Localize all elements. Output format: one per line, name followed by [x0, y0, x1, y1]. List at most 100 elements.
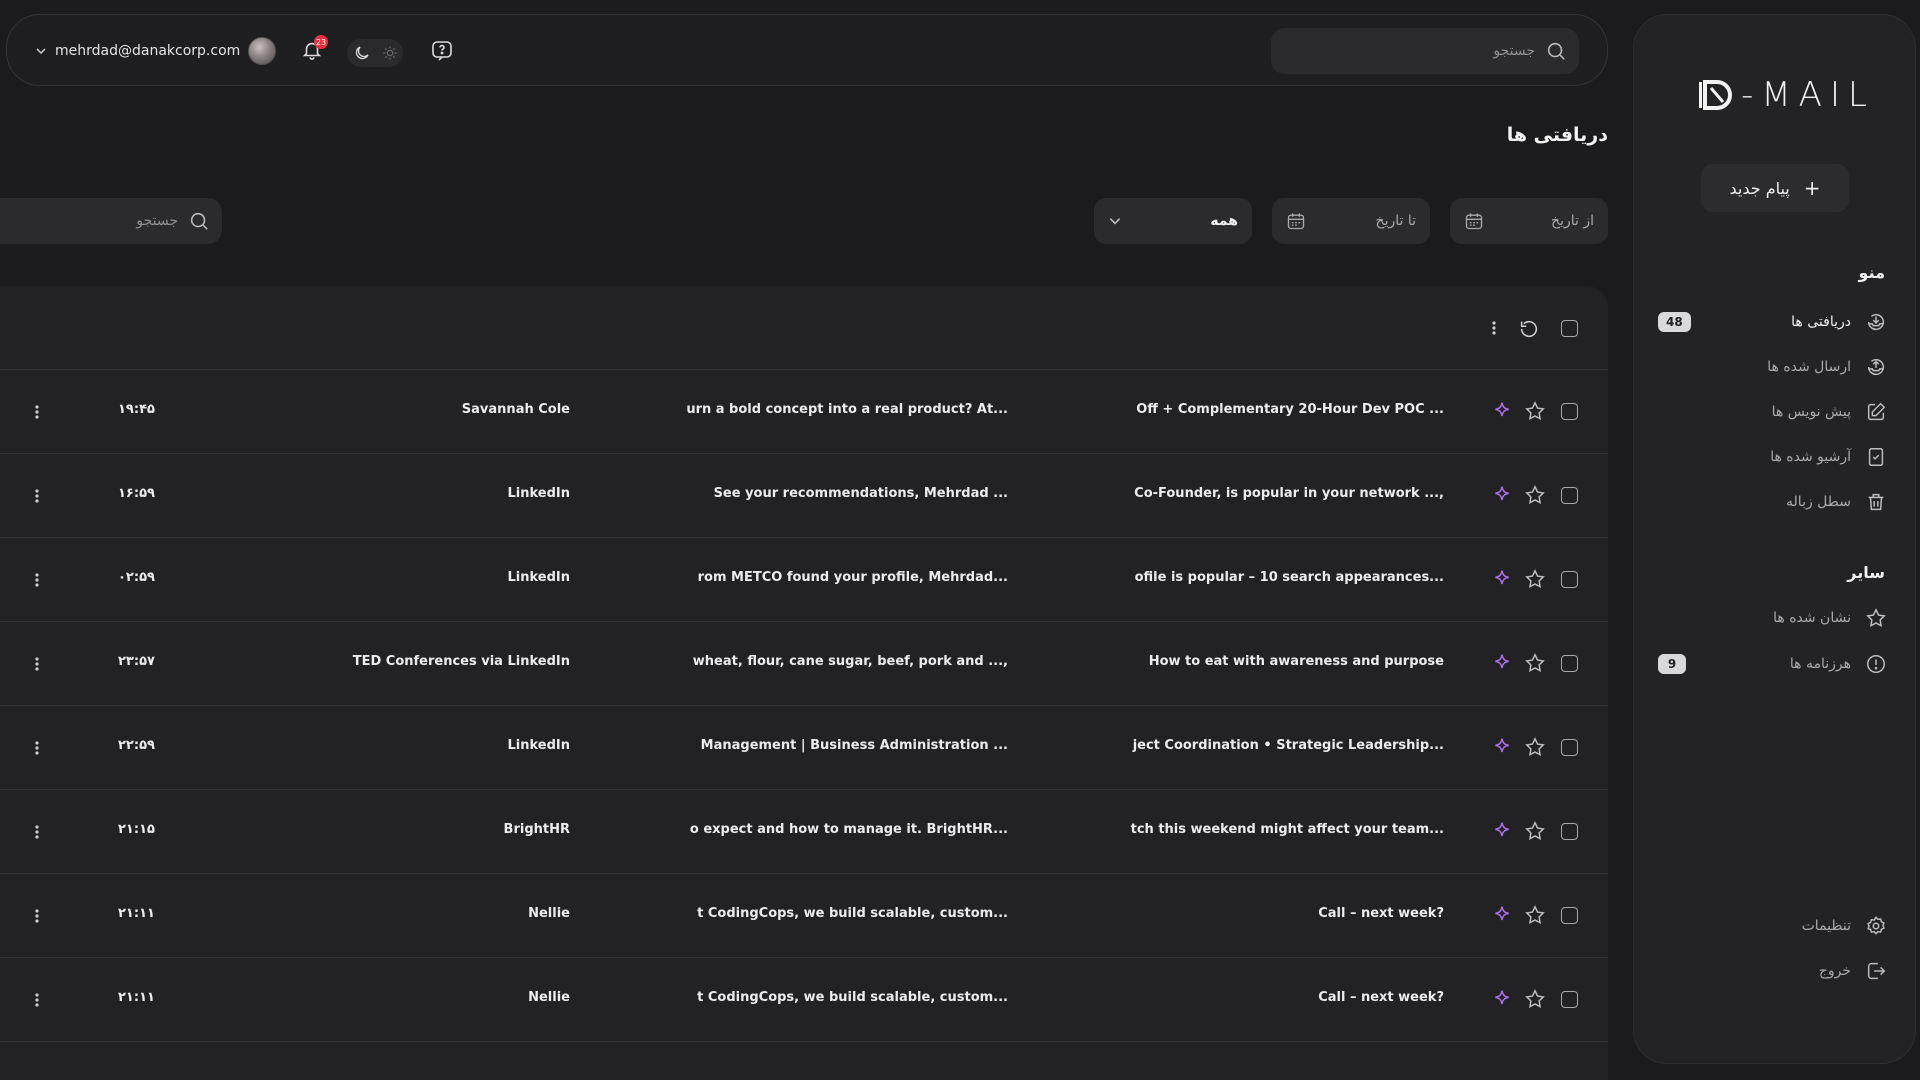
sidebar-item-logout[interactable]: خروج	[1658, 953, 1887, 989]
sidebar-item-label: هرزنامه ها	[1789, 656, 1851, 672]
row-options-icon[interactable]	[28, 822, 46, 842]
message-sender: Nellie	[528, 990, 570, 1005]
question-bubble-icon	[432, 41, 452, 61]
star-icon[interactable]	[1524, 736, 1546, 758]
global-search-input[interactable]	[1335, 43, 1535, 59]
ai-sparkle-icon[interactable]	[1492, 569, 1512, 589]
new-message-label: پیام جدید	[1729, 178, 1790, 198]
message-row[interactable]: Call – next week? t CodingCops, we build…	[0, 874, 1608, 958]
message-snippet: See your recommendations, Mehrdad ...	[713, 486, 1008, 501]
row-checkbox[interactable]	[1561, 739, 1578, 756]
message-row[interactable]: Call – next week? t CodingCops, we build…	[0, 958, 1608, 1042]
ai-sparkle-icon[interactable]	[1492, 737, 1512, 757]
notifications-button[interactable]: 23	[301, 35, 328, 65]
message-row[interactable]: Off + Complementary 20-Hour Dev POC ... …	[0, 370, 1608, 454]
help-button[interactable]	[430, 39, 454, 63]
message-time: ۲۱:۱۵	[118, 822, 155, 837]
list-search-input[interactable]	[28, 213, 178, 229]
inbox-count-badge: 48	[1658, 312, 1691, 332]
plus-icon: +	[1803, 176, 1821, 200]
ai-sparkle-icon[interactable]	[1492, 401, 1512, 421]
theme-toggle[interactable]	[347, 39, 403, 67]
star-icon[interactable]	[1524, 652, 1546, 674]
message-sender: LinkedIn	[507, 570, 570, 585]
message-subject: How to eat with awareness and purpose	[1148, 654, 1444, 669]
star-icon[interactable]	[1524, 400, 1546, 422]
message-subject: ofile is popular – 10 search appearances…	[1134, 570, 1444, 585]
refresh-icon[interactable]	[1518, 318, 1540, 340]
message-row[interactable]: tch this weekend might affect your team.…	[0, 790, 1608, 874]
ai-sparkle-icon[interactable]	[1492, 653, 1512, 673]
gear-icon	[1865, 915, 1887, 937]
spam-count-badge: 9	[1658, 654, 1686, 674]
row-options-icon[interactable]	[28, 486, 46, 506]
sidebar-item-inbox[interactable]: 48 دریافتی ها	[1658, 304, 1887, 340]
message-sender: TED Conferences via LinkedIn	[352, 654, 570, 669]
star-icon[interactable]	[1524, 568, 1546, 590]
row-options-icon[interactable]	[28, 570, 46, 590]
message-time: ۰۲:۵۹	[118, 570, 155, 585]
sidebar-item-starred[interactable]: نشان شده ها	[1658, 600, 1887, 636]
trash-icon	[1865, 491, 1887, 513]
row-checkbox[interactable]	[1561, 991, 1578, 1008]
star-icon[interactable]	[1524, 904, 1546, 926]
row-options-icon[interactable]	[28, 738, 46, 758]
ai-sparkle-icon[interactable]	[1492, 821, 1512, 841]
sidebar-item-archived[interactable]: آرشیو شده ها	[1658, 439, 1887, 475]
row-checkbox[interactable]	[1561, 403, 1578, 420]
row-checkbox[interactable]	[1561, 655, 1578, 672]
sidebar-item-label: ارسال شده ها	[1767, 359, 1851, 375]
star-icon	[1865, 607, 1887, 629]
draft-edit-icon	[1865, 401, 1887, 423]
sidebar-item-label: دریافتی ها	[1791, 314, 1851, 330]
sidebar-item-settings[interactable]: تنظیمات	[1658, 908, 1887, 944]
message-row[interactable]: ofile is popular – 10 search appearances…	[0, 538, 1608, 622]
chevron-down-icon	[1108, 214, 1122, 228]
star-icon[interactable]	[1524, 988, 1546, 1010]
message-row[interactable]: How to eat with awareness and purpose wh…	[0, 622, 1608, 706]
ai-sparkle-icon[interactable]	[1492, 989, 1512, 1009]
row-options-icon[interactable]	[28, 990, 46, 1010]
notification-count-badge: 23	[314, 35, 328, 49]
logo-mark-icon	[1699, 80, 1733, 110]
top-bar: mehrdad@danakcorp.com 23	[6, 14, 1608, 86]
sidebar-item-drafts[interactable]: پیش نویس ها	[1658, 394, 1887, 430]
select-all-checkbox[interactable]	[1561, 320, 1578, 337]
star-icon[interactable]	[1524, 820, 1546, 842]
row-checkbox[interactable]	[1561, 571, 1578, 588]
row-checkbox[interactable]	[1561, 823, 1578, 840]
sidebar-item-spam[interactable]: 9 هرزنامه ها	[1658, 646, 1887, 682]
ai-sparkle-icon[interactable]	[1492, 905, 1512, 925]
row-checkbox[interactable]	[1561, 907, 1578, 924]
from-date-filter[interactable]: از تاریخ	[1450, 198, 1608, 244]
message-sender: Savannah Cole	[461, 402, 570, 417]
new-message-button[interactable]: پیام جدید +	[1701, 164, 1849, 212]
message-row[interactable]: ject Coordination • Strategic Leadership…	[0, 706, 1608, 790]
message-time: ۱۶:۵۹	[118, 486, 155, 501]
more-options-icon[interactable]	[1488, 318, 1500, 338]
star-icon[interactable]	[1524, 484, 1546, 506]
user-menu[interactable]: mehrdad@danakcorp.com	[35, 37, 277, 65]
message-row[interactable]: Co-Founder, is popular in your network .…	[0, 454, 1608, 538]
to-date-filter[interactable]: تا تاریخ	[1272, 198, 1430, 244]
page-title: دریافتی ها	[1506, 124, 1608, 146]
global-search	[1271, 28, 1579, 74]
ai-sparkle-icon[interactable]	[1492, 485, 1512, 505]
spam-alert-icon	[1865, 653, 1887, 675]
list-toolbar	[0, 286, 1608, 370]
category-select-value: همه	[1210, 213, 1238, 229]
logo-text: -MAIL	[1741, 75, 1875, 115]
row-checkbox[interactable]	[1561, 487, 1578, 504]
sidebar-item-trash[interactable]: سطل زباله	[1658, 484, 1887, 520]
row-options-icon[interactable]	[28, 402, 46, 422]
app-logo: -MAIL	[1696, 65, 1876, 125]
chevron-down-icon	[35, 45, 47, 57]
message-list: Off + Complementary 20-Hour Dev POC ... …	[0, 286, 1608, 1080]
message-time: ۲۱:۱۱	[118, 906, 155, 921]
row-options-icon[interactable]	[28, 906, 46, 926]
inbox-icon	[1865, 311, 1887, 333]
message-sender: BrightHR	[503, 822, 570, 837]
row-options-icon[interactable]	[28, 654, 46, 674]
category-select[interactable]: همه	[1094, 198, 1252, 244]
sidebar-item-sent[interactable]: ارسال شده ها	[1658, 349, 1887, 385]
